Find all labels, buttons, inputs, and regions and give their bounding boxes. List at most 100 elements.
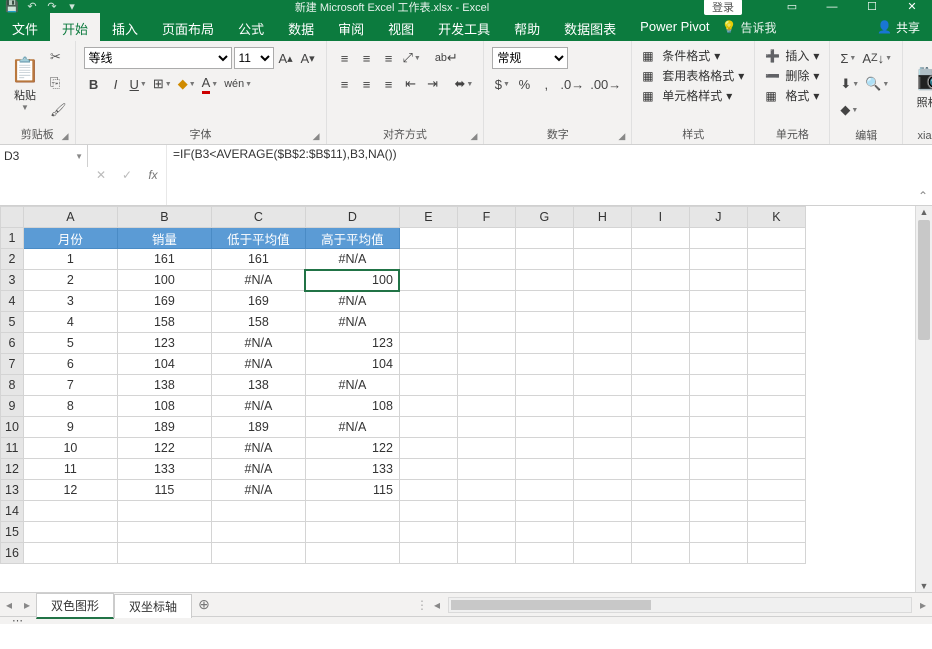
- cell-C13[interactable]: #N/A: [211, 480, 305, 501]
- cell-empty[interactable]: [573, 543, 631, 564]
- row-header-9[interactable]: 9: [1, 396, 24, 417]
- cell-D8[interactable]: #N/A: [305, 375, 399, 396]
- share-button[interactable]: 👤 共享: [865, 13, 932, 41]
- cell-B7[interactable]: 104: [117, 354, 211, 375]
- row-header-10[interactable]: 10: [1, 417, 24, 438]
- cell-empty[interactable]: [573, 333, 631, 354]
- percent-button[interactable]: %: [514, 73, 534, 95]
- cell-D13[interactable]: 115: [305, 480, 399, 501]
- cell-D10[interactable]: #N/A: [305, 417, 399, 438]
- merge-button[interactable]: ⬌▼: [453, 73, 476, 95]
- cell-B6[interactable]: 123: [117, 333, 211, 354]
- decrease-font-icon[interactable]: A▾: [298, 47, 318, 69]
- cell-empty[interactable]: [747, 501, 805, 522]
- cell-C9[interactable]: #N/A: [211, 396, 305, 417]
- cell-empty[interactable]: [631, 522, 689, 543]
- cell-empty[interactable]: [515, 396, 573, 417]
- cell-empty[interactable]: [399, 375, 457, 396]
- fill-button[interactable]: ⬇▼: [838, 73, 861, 95]
- align-top-icon[interactable]: ≡: [335, 47, 355, 69]
- tab-data[interactable]: 数据: [276, 13, 326, 41]
- tab-help[interactable]: 帮助: [502, 13, 552, 41]
- cell-A13[interactable]: 12: [23, 480, 117, 501]
- row-header-8[interactable]: 8: [1, 375, 24, 396]
- cell-empty[interactable]: [689, 270, 747, 291]
- cell-empty[interactable]: [689, 354, 747, 375]
- cell-empty[interactable]: [689, 522, 747, 543]
- cell-empty[interactable]: [515, 417, 573, 438]
- cell-empty[interactable]: [399, 522, 457, 543]
- col-header-K[interactable]: K: [747, 207, 805, 228]
- cell-A5[interactable]: 4: [23, 312, 117, 333]
- cell-empty[interactable]: [515, 270, 573, 291]
- cell-empty[interactable]: [23, 543, 117, 564]
- cell-C7[interactable]: #N/A: [211, 354, 305, 375]
- cell-D3[interactable]: 100: [305, 270, 399, 291]
- accept-formula-icon[interactable]: ✓: [114, 168, 140, 182]
- cell-empty[interactable]: [515, 312, 573, 333]
- cell-empty[interactable]: [457, 228, 515, 249]
- cell-empty[interactable]: [689, 417, 747, 438]
- cut-icon[interactable]: ✂: [50, 49, 67, 65]
- font-launcher-icon[interactable]: ◢: [313, 131, 320, 142]
- save-icon[interactable]: 💾: [4, 0, 20, 13]
- cell-empty[interactable]: [305, 522, 399, 543]
- row-header-2[interactable]: 2: [1, 249, 24, 270]
- sheet-nav-prev-icon[interactable]: ◂: [0, 598, 18, 612]
- cell-styles-button[interactable]: ▦单元格样式 ▾: [642, 87, 744, 104]
- cell-A8[interactable]: 7: [23, 375, 117, 396]
- cell-empty[interactable]: [399, 312, 457, 333]
- orientation-icon[interactable]: ⤢▼: [401, 47, 423, 69]
- cell-empty[interactable]: [457, 312, 515, 333]
- cell-empty[interactable]: [573, 438, 631, 459]
- tab-insert[interactable]: 插入: [100, 13, 150, 41]
- clear-button[interactable]: ◆▼: [838, 99, 860, 121]
- col-header-G[interactable]: G: [515, 207, 573, 228]
- decrease-decimal-icon[interactable]: .00→: [588, 73, 623, 95]
- format-painter-icon[interactable]: 🖌: [50, 102, 67, 118]
- cell-D5[interactable]: #N/A: [305, 312, 399, 333]
- cell-empty[interactable]: [457, 438, 515, 459]
- align-bottom-icon[interactable]: ≡: [379, 47, 399, 69]
- cell-A11[interactable]: 10: [23, 438, 117, 459]
- increase-decimal-icon[interactable]: .0→: [558, 73, 586, 95]
- cell-empty[interactable]: [573, 375, 631, 396]
- cell-empty[interactable]: [457, 249, 515, 270]
- col-header-H[interactable]: H: [573, 207, 631, 228]
- cell-empty[interactable]: [631, 459, 689, 480]
- cell-C11[interactable]: #N/A: [211, 438, 305, 459]
- cell-empty[interactable]: [573, 459, 631, 480]
- row-header-3[interactable]: 3: [1, 270, 24, 291]
- scroll-up-icon[interactable]: ▲: [916, 207, 932, 217]
- cell-B3[interactable]: 100: [117, 270, 211, 291]
- cell-empty[interactable]: [211, 501, 305, 522]
- vscroll-thumb[interactable]: [918, 220, 930, 340]
- cell-empty[interactable]: [515, 459, 573, 480]
- cell-D9[interactable]: 108: [305, 396, 399, 417]
- currency-button[interactable]: $▼: [492, 73, 512, 95]
- cell-empty[interactable]: [515, 375, 573, 396]
- row-header-7[interactable]: 7: [1, 354, 24, 375]
- name-box-dropdown-icon[interactable]: ▼: [75, 152, 83, 161]
- row-header-14[interactable]: 14: [1, 501, 24, 522]
- tab-file[interactable]: 文件: [0, 13, 50, 41]
- cell-A2[interactable]: 1: [23, 249, 117, 270]
- cell-empty[interactable]: [457, 543, 515, 564]
- format-cells-button[interactable]: ▦格式 ▾: [765, 87, 819, 104]
- cell-empty[interactable]: [515, 333, 573, 354]
- cell-empty[interactable]: [305, 501, 399, 522]
- cell-empty[interactable]: [457, 291, 515, 312]
- row-header-13[interactable]: 13: [1, 480, 24, 501]
- cell-empty[interactable]: [573, 270, 631, 291]
- cell-empty[interactable]: [747, 396, 805, 417]
- align-middle-icon[interactable]: ≡: [357, 47, 377, 69]
- align-left-icon[interactable]: ≡: [335, 73, 355, 95]
- cell-empty[interactable]: [747, 270, 805, 291]
- col-header-B[interactable]: B: [117, 207, 211, 228]
- cell-empty[interactable]: [631, 501, 689, 522]
- new-sheet-button[interactable]: ⊕: [192, 596, 216, 613]
- cell-B2[interactable]: 161: [117, 249, 211, 270]
- tab-dev[interactable]: 开发工具: [426, 13, 502, 41]
- cell-empty[interactable]: [631, 291, 689, 312]
- cell-A10[interactable]: 9: [23, 417, 117, 438]
